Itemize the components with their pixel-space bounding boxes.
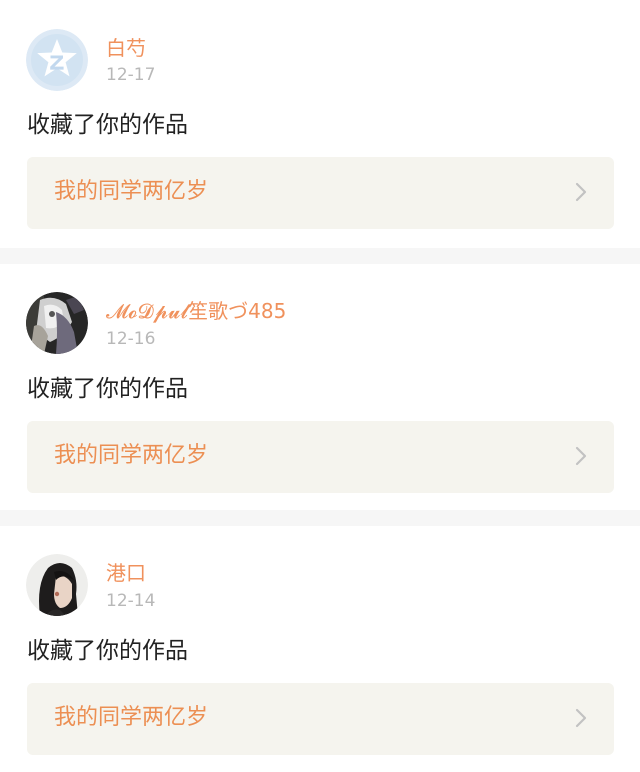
username[interactable]: 𝓜𝓸𝓓𝓹𝓾𝓵笙歌づ485 xyxy=(106,298,286,324)
username[interactable]: 白芍 xyxy=(106,35,146,61)
notification-card: 白芍 12-17 收藏了你的作品 我的同学两亿岁 xyxy=(0,0,640,248)
work-title: 我的同学两亿岁 xyxy=(54,179,209,204)
work-title: 我的同学两亿岁 xyxy=(54,443,209,468)
action-text: 收藏了你的作品 xyxy=(27,376,188,402)
timestamp: 12-14 xyxy=(106,591,156,611)
notification-card: 𝓜𝓸𝓓𝓹𝓾𝓵笙歌づ485 12-16 收藏了你的作品 我的同学两亿岁 xyxy=(0,264,640,510)
favorites-notification-feed: 白芍 12-17 收藏了你的作品 我的同学两亿岁 𝓜𝓸𝓓𝓹𝓾𝓵笙歌づ485 12… xyxy=(0,0,640,772)
work-link[interactable]: 我的同学两亿岁 xyxy=(27,683,614,755)
anime-avatar-icon xyxy=(26,292,88,354)
action-text: 收藏了你的作品 xyxy=(27,112,188,138)
avatar[interactable] xyxy=(26,554,88,616)
chevron-right-icon xyxy=(575,182,587,202)
chevron-right-icon xyxy=(575,446,587,466)
timestamp: 12-17 xyxy=(106,65,156,85)
portrait-avatar-icon xyxy=(26,554,88,616)
notification-card: 港口 12-14 收藏了你的作品 我的同学两亿岁 xyxy=(0,526,640,772)
chevron-right-icon xyxy=(575,708,587,728)
work-title: 我的同学两亿岁 xyxy=(54,705,209,730)
avatar[interactable] xyxy=(26,29,88,91)
qzone-default-avatar-icon xyxy=(26,29,88,91)
work-link[interactable]: 我的同学两亿岁 xyxy=(27,157,614,229)
username[interactable]: 港口 xyxy=(106,560,146,586)
timestamp: 12-16 xyxy=(106,329,156,349)
avatar[interactable] xyxy=(26,292,88,354)
action-text: 收藏了你的作品 xyxy=(27,638,188,664)
work-link[interactable]: 我的同学两亿岁 xyxy=(27,421,614,493)
